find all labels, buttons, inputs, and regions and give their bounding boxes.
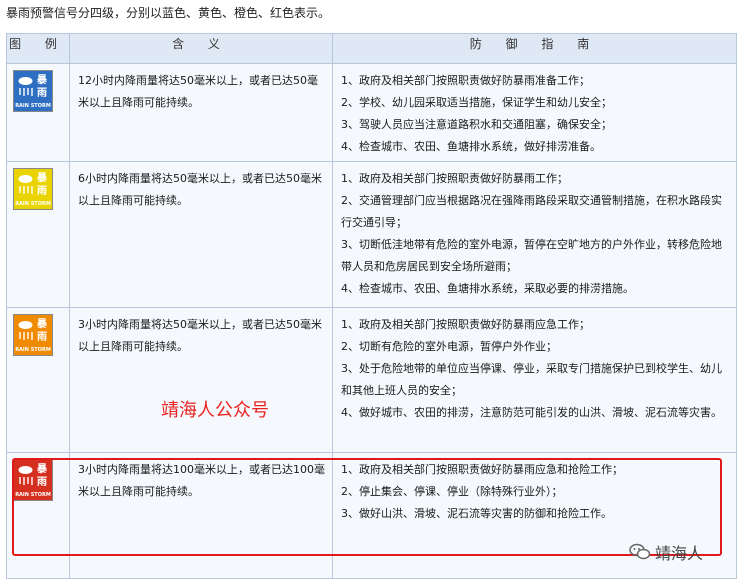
guide-orange: 1、政府及相关部门按照职责做好防暴雨应急工作； 2、切断有危险的室外电源，暂停户… (332, 307, 737, 453)
guide-item: 4、做好城市、农田的排涝，注意防范可能引发的山洪、滑坡、泥石流等灾害。 (341, 406, 722, 419)
table-row-orange: 暴雨 RAIN STORM 3小时内降雨量将达50毫米以上，或者已达50毫米以上… (6, 307, 737, 453)
guide-blue: 1、政府及相关部门按照职责做好防暴雨准备工作； 2、学校、幼儿园采取适当措施，保… (332, 63, 737, 162)
table-row-blue: 暴雨 RAIN STORM 12小时内降雨量将达50毫米以上，或者已达50毫米以… (6, 63, 737, 162)
guide-item: 3、处于危险地带的单位应当停课、停业，采取专门措施保护已到校学生、幼儿和其他上班… (341, 362, 722, 397)
guide-item: 2、切断有危险的室外电源，暂停户外作业； (341, 340, 557, 353)
guide-item: 1、政府及相关部门按照职责做好防暴雨准备工作； (341, 74, 590, 87)
guide-item: 3、驾驶人员应当注意道路积水和交通阻塞，确保安全； (341, 118, 612, 131)
sign-en: RAIN STORM (15, 201, 51, 207)
header-guide: 防 御 指 南 (332, 33, 737, 64)
guide-item: 1、政府及相关部门按照职责做好防暴雨工作； (341, 172, 568, 185)
guide-yellow: 1、政府及相关部门按照职责做好防暴雨工作； 2、交通管理部门应当根据路况在强降雨… (332, 161, 737, 308)
rain-cloud-icon (18, 321, 33, 340)
header-icon: 图 例 (6, 33, 70, 64)
meaning-orange: 3小时内降雨量将达50毫米以上，或者已达50毫米以上且降雨可能持续。 (69, 307, 333, 453)
red-level-highlight-box (12, 458, 722, 556)
wechat-icon (629, 543, 651, 560)
table-row-yellow: 暴雨 RAIN STORM 6小时内降雨量将达50毫米以上，或者已达50毫米以上… (6, 161, 737, 308)
meaning-yellow: 6小时内降雨量将达50毫米以上，或者已达50毫米以上且降雨可能持续。 (69, 161, 333, 308)
table-header-row: 图 例 含 义 防 御 指 南 (6, 33, 737, 64)
sign-en: RAIN STORM (15, 103, 51, 109)
guide-item: 3、切断低洼地带有危险的室外电源，暂停在空旷地方的户外作业，转移危险地带人员和危… (341, 238, 722, 273)
rain-cloud-icon (18, 77, 33, 96)
orange-rainstorm-sign-icon: 暴雨 RAIN STORM (13, 314, 53, 356)
intro-text: 暴雨预警信号分四级，分别以蓝色、黄色、橙色、红色表示。 (6, 6, 331, 20)
sign-chars: 暴雨 (37, 75, 47, 99)
sign-chars: 暴雨 (37, 173, 47, 197)
wechat-label: 靖海人 (655, 544, 704, 563)
header-meaning: 含 义 (69, 33, 333, 64)
yellow-rainstorm-sign-icon: 暴雨 RAIN STORM (13, 168, 53, 210)
guide-item: 4、检查城市、农田、鱼塘排水系统，采取必要的排涝措施。 (341, 282, 634, 295)
watermark-text: 靖海人公众号 (161, 400, 269, 421)
sign-chars: 暴雨 (37, 319, 47, 343)
guide-item: 2、交通管理部门应当根据路况在强降雨路段采取交通管制措施，在积水路段实行交通引导… (341, 194, 722, 229)
blue-rainstorm-sign-icon: 暴雨 RAIN STORM (13, 70, 53, 112)
wechat-account-tag: 靖海人 (629, 540, 703, 564)
meaning-blue: 12小时内降雨量将达50毫米以上，或者已达50毫米以上且降雨可能持续。 (69, 63, 333, 162)
rain-cloud-icon (18, 175, 33, 194)
guide-item: 2、学校、幼儿园采取适当措施，保证学生和幼儿安全； (341, 96, 612, 109)
sign-en: RAIN STORM (15, 347, 51, 353)
guide-item: 1、政府及相关部门按照职责做好防暴雨应急工作； (341, 318, 590, 331)
guide-item: 4、检查城市、农田、鱼塘排水系统，做好排涝准备。 (341, 140, 601, 153)
